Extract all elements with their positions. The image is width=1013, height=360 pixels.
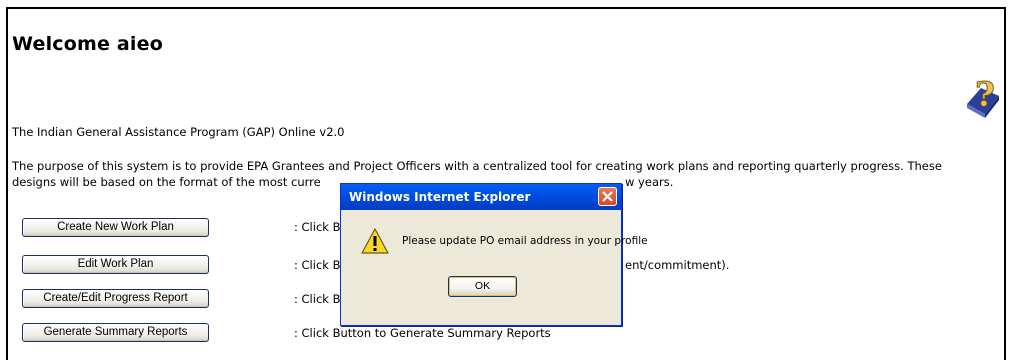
version-line: The Indian General Assistance Program (G… [12, 125, 345, 139]
ok-button[interactable]: OK [448, 276, 517, 297]
purpose-line-2-end: w years. [625, 175, 674, 189]
close-button[interactable] [598, 187, 617, 206]
edit-work-plan-button[interactable]: Edit Work Plan [22, 255, 209, 274]
edit-work-plan-desc-tail: ent/commitment). [625, 258, 730, 272]
dialog-body: Please update PO email address in your p… [344, 210, 648, 322]
summary-reports-button[interactable]: Generate Summary Reports [22, 323, 209, 342]
welcome-heading: Welcome aieo [12, 33, 163, 55]
close-icon [602, 191, 613, 202]
warning-icon [361, 228, 389, 254]
progress-report-desc: : Click B [294, 292, 341, 306]
create-work-plan-desc: : Click B [294, 220, 341, 234]
summary-reports-desc: : Click Button to Generate Summary Repor… [294, 326, 551, 340]
help-book-icon[interactable]: ? [961, 74, 1003, 120]
create-work-plan-button[interactable]: Create New Work Plan [22, 218, 209, 237]
dialog-title: Windows Internet Explorer [349, 190, 531, 204]
dialog-message: Please update PO email address in your p… [402, 235, 648, 247]
edit-work-plan-desc: : Click B [294, 258, 341, 272]
purpose-line-1: The purpose of this system is to provide… [12, 159, 942, 173]
purpose-line-2-start: designs will be based on the format of t… [12, 175, 321, 189]
alert-dialog: Windows Internet Explorer Please update … [340, 183, 648, 326]
svg-text:?: ? [975, 75, 995, 115]
dialog-titlebar[interactable]: Windows Internet Explorer [341, 184, 621, 210]
progress-report-button[interactable]: Create/Edit Progress Report [22, 289, 209, 308]
